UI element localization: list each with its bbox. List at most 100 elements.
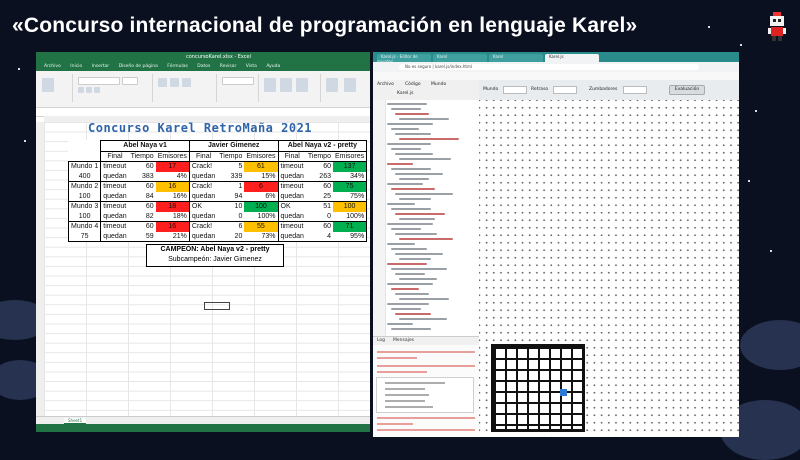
find-select-icon[interactable] — [344, 78, 356, 92]
cell-tiempo: 60 — [128, 201, 156, 212]
beepers-label: Zumbadores — [589, 87, 618, 92]
table-row: 400 quedan 383 4% quedan 339 15% quedan 263 34% — [67, 171, 368, 182]
participant-header: Abel Naya v2 - pretty — [278, 140, 368, 152]
paste-icon[interactable] — [42, 78, 54, 92]
code-line — [399, 118, 449, 120]
menu-datos[interactable]: Datos — [197, 64, 210, 69]
world-sub-value: 400 — [67, 171, 101, 182]
subheader: Final — [284, 152, 300, 160]
code-line — [399, 218, 435, 220]
cell-final: quedan — [280, 192, 304, 200]
console-log-line — [377, 351, 475, 353]
cell-emisores: 18 — [155, 201, 190, 212]
menu-archivo[interactable]: Archivo — [44, 64, 61, 69]
browser-tab[interactable]: Karel — [489, 54, 543, 62]
code-line — [387, 103, 427, 105]
language-label: Karel.js — [397, 91, 414, 96]
cell-final: quedan — [100, 171, 129, 182]
speed-input[interactable] — [553, 86, 577, 94]
underline-icon[interactable] — [94, 87, 100, 93]
code-line — [395, 133, 431, 135]
font-select[interactable] — [78, 77, 120, 85]
code-line — [391, 208, 431, 210]
menu-formulas[interactable]: Fórmulas — [167, 64, 188, 69]
menu-ayuda[interactable]: Ayuda — [266, 64, 280, 69]
console-tab-log[interactable]: Log — [377, 338, 385, 343]
console-log-line — [377, 371, 427, 373]
beepers-input[interactable] — [623, 86, 647, 94]
ide-menu-archivo[interactable]: Archivo — [377, 82, 394, 87]
ide-menu-codigo[interactable]: Código — [405, 82, 421, 87]
world-sub-value: 100 — [67, 191, 101, 202]
cell-emisores: 34% — [332, 171, 368, 182]
cell-emisores: 21% — [155, 231, 190, 242]
participant-header: Javier Gimenez — [189, 140, 279, 152]
cell-emisores: 55 — [244, 221, 279, 232]
cell-final: Crack! — [189, 221, 218, 232]
tab-label: Karel.js — [549, 54, 564, 59]
menu-inicio[interactable]: Inicio — [70, 64, 82, 69]
code-line — [391, 328, 431, 330]
console-log-line — [377, 423, 413, 425]
align-right-icon[interactable] — [182, 78, 191, 87]
cell-tiempo: 4 — [305, 231, 333, 242]
participant-header: Abel Naya v1 — [100, 140, 190, 152]
number-format-select[interactable] — [222, 77, 254, 85]
sort-filter-icon[interactable] — [326, 78, 338, 92]
url-text: No es seguro | karel.js/index.html — [405, 64, 473, 69]
browser-tab-active[interactable]: Karel.js — [545, 54, 599, 62]
code-line — [395, 193, 453, 195]
cell-final: Crack! — [189, 181, 218, 192]
world-toolbar: Mundo Retraso Zumbadores Evaluación — [479, 80, 739, 100]
code-line — [387, 303, 429, 305]
browser-tab[interactable]: Karel — [433, 54, 487, 62]
menu-insertar[interactable]: Insertar — [92, 64, 110, 69]
cell-final: quedan — [100, 191, 129, 202]
cell-tiempo: 60 — [128, 161, 156, 172]
cell-emisores: 16 — [155, 181, 190, 192]
code-line — [399, 178, 429, 180]
excel-ribbon — [36, 71, 370, 108]
code-line — [391, 168, 431, 170]
console-output-line — [385, 400, 425, 402]
menu-diseno[interactable]: Diseño de página — [119, 64, 158, 69]
bold-icon[interactable] — [78, 87, 84, 93]
cell-emisores: 18% — [155, 211, 190, 222]
console-output-line — [385, 382, 445, 384]
cell-tiempo: 6 — [217, 221, 245, 232]
align-center-icon[interactable] — [170, 78, 179, 87]
cell-final: Crack! — [189, 161, 218, 172]
cell-tiempo: 0 — [238, 212, 243, 220]
cell-final: OK — [189, 201, 218, 212]
code-line — [391, 288, 419, 290]
url-input[interactable]: No es seguro | karel.js/index.html — [399, 64, 699, 70]
code-line — [387, 203, 415, 205]
world-axis-numbers — [485, 428, 735, 434]
menu-revisar[interactable]: Revisar — [220, 64, 237, 69]
align-left-icon[interactable] — [158, 78, 167, 87]
world-input[interactable] — [503, 86, 527, 94]
table-row: 100 quedan 82 18% quedan 0 100% quedan 0 100% — [67, 211, 368, 222]
karel-world-walls — [491, 344, 585, 432]
cell-tiempo: 59 — [128, 231, 156, 242]
code-editor[interactable] — [373, 100, 480, 336]
conditional-format-icon[interactable] — [264, 78, 276, 92]
font-size-select[interactable] — [122, 77, 138, 85]
selected-cell[interactable] — [204, 302, 230, 310]
cell-final: quedan — [191, 212, 216, 220]
cell-final: timeout — [100, 181, 129, 192]
console-tab-messages[interactable]: Mensajes — [393, 338, 414, 343]
table-row-participants: Abel Naya v1 Javier Gimenez Abel Naya v2… — [69, 140, 368, 152]
ribbon-number — [218, 74, 259, 102]
code-line — [387, 263, 427, 265]
italic-icon[interactable] — [86, 87, 92, 93]
ide-menu-mundo[interactable]: Mundo — [431, 82, 446, 87]
world-label: Mundo — [483, 87, 499, 92]
browser-tab[interactable]: Karel.js - Editor de mundos — [377, 54, 431, 62]
format-table-icon[interactable] — [280, 78, 292, 92]
cell-final: quedan — [280, 212, 304, 220]
menu-vista[interactable]: Vista — [246, 64, 257, 69]
cell-styles-icon[interactable] — [296, 78, 308, 92]
subheader: Final — [195, 152, 212, 160]
evaluate-button[interactable]: Evaluación — [669, 85, 705, 95]
